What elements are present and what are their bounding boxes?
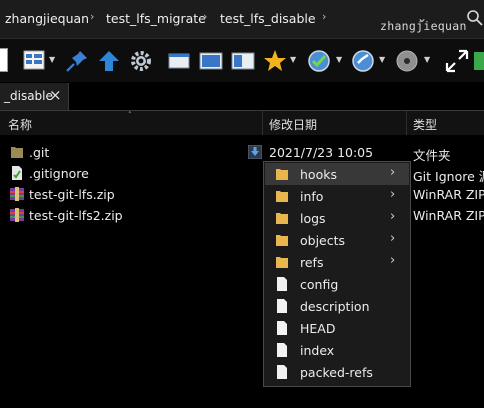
menu-item-label: info: [300, 189, 324, 204]
globe-check-icon[interactable]: [306, 48, 332, 74]
column-divider[interactable]: [406, 111, 407, 135]
disc-icon[interactable]: [394, 48, 420, 74]
menu-item-refs[interactable]: refs ›: [265, 251, 409, 273]
chevron-down-icon[interactable]: ▼: [290, 55, 296, 64]
file-type: WinRAR ZIP: [413, 208, 484, 223]
star-icon[interactable]: [262, 48, 288, 74]
chevron-down-icon[interactable]: ▼: [49, 55, 55, 64]
menu-item-hooks[interactable]: hooks ›: [265, 163, 409, 185]
file-icon: [277, 277, 287, 291]
close-icon[interactable]: ×: [49, 86, 62, 104]
file-type: WinRAR ZIP: [413, 187, 484, 202]
chevron-right-icon: ›: [390, 253, 396, 268]
chevron-down-icon[interactable]: ▼: [336, 55, 342, 64]
menu-item-label: hooks: [300, 167, 337, 182]
gear-icon[interactable]: [128, 48, 154, 74]
folder-icon: [276, 235, 288, 246]
menu-item-label: objects: [300, 233, 346, 248]
chevron-right-icon: ›: [390, 231, 396, 246]
winrar-zip-icon: [10, 187, 24, 201]
folder-icon: [276, 191, 288, 202]
sort-indicator-icon: ˄: [128, 111, 132, 119]
breadcrumb-item-user[interactable]: zhangjiequan: [5, 11, 89, 26]
menu-item-label: logs: [300, 211, 326, 226]
menu-item-label: packed-refs: [300, 365, 373, 380]
folder-icon: [11, 147, 23, 158]
file-icon: [277, 321, 287, 335]
file-date: 2021/7/23 10:05: [269, 145, 374, 160]
file-name: test-git-lfs2.zip: [29, 208, 123, 223]
gitignore-file-icon: [12, 166, 22, 180]
menu-item-label: index: [300, 343, 335, 358]
window-icon[interactable]: [166, 48, 192, 74]
column-header-type[interactable]: 类型: [413, 116, 437, 133]
winrar-zip-icon: [10, 208, 24, 222]
column-header-date[interactable]: 修改日期: [269, 116, 317, 133]
expand-icon[interactable]: [444, 48, 470, 74]
menu-item-head[interactable]: HEAD: [265, 317, 409, 339]
download-arrow-icon[interactable]: [248, 145, 262, 159]
chevron-right-icon[interactable]: ›: [203, 10, 207, 23]
file-name: .gitignore: [29, 166, 89, 181]
toolbar: ▼ ▼ ▼ ▼ ▼: [0, 38, 484, 83]
file-type: 文件夹: [413, 148, 451, 163]
chevron-right-icon: ›: [390, 187, 396, 202]
tab-label: _disable: [4, 89, 53, 103]
file-row-zip2[interactable]: test-git-lfs2.zip WinRAR ZIP: [0, 205, 484, 226]
menu-item-label: config: [300, 277, 339, 292]
file-row-git[interactable]: .git 2021/7/23 10:05 文件夹: [0, 142, 484, 163]
chevron-down-icon[interactable]: ▼: [379, 55, 385, 64]
chevron-right-icon: ›: [390, 165, 396, 180]
menu-item-label: refs: [300, 255, 324, 270]
breadcrumb-item-disable[interactable]: test_lfs_disable: [220, 11, 316, 26]
menu-item-packed-refs[interactable]: packed-refs: [265, 361, 409, 383]
file-row-zip[interactable]: test-git-lfs.zip WinRAR ZIP: [0, 184, 484, 205]
folder-icon: [276, 257, 288, 268]
folder-icon: [276, 213, 288, 224]
file-icon: [277, 299, 287, 313]
chevron-down-icon[interactable]: ▼: [424, 55, 430, 64]
folder-icon: [276, 169, 288, 180]
search-input[interactable]: zhangjiequan: [380, 19, 467, 33]
preview-pane-icon[interactable]: [230, 48, 256, 74]
menu-item-label: HEAD: [300, 321, 336, 336]
menu-item-logs[interactable]: logs ›: [265, 207, 409, 229]
globe-sync-icon[interactable]: [350, 48, 376, 74]
tab-strip: _disable ×: [0, 82, 484, 111]
partial-button-icon[interactable]: [0, 48, 8, 72]
folder-contents-menu: hooks › info › logs › objects › refs › c…: [263, 161, 411, 387]
menu-item-info[interactable]: info ›: [265, 185, 409, 207]
address-bar: zhangjiequan › test_lfs_migrate › test_l…: [0, 0, 484, 38]
search-icon[interactable]: [466, 9, 484, 27]
column-header-name[interactable]: 名称: [8, 116, 32, 133]
file-row-gitignore[interactable]: .gitignore Git Ignore 源: [0, 163, 484, 184]
file-name: .git: [29, 145, 50, 160]
chevron-right-icon: ›: [390, 209, 396, 224]
file-name: test-git-lfs.zip: [29, 187, 115, 202]
menu-item-objects[interactable]: objects ›: [265, 229, 409, 251]
panel-icon[interactable]: [198, 48, 224, 74]
view-layout-icon[interactable]: [22, 48, 48, 74]
menu-item-index[interactable]: index: [265, 339, 409, 361]
pin-icon[interactable]: [64, 48, 90, 74]
file-icon: [277, 343, 287, 357]
file-type: Git Ignore 源: [413, 169, 484, 184]
chevron-right-icon[interactable]: ›: [322, 10, 326, 23]
chevron-right-icon[interactable]: ›: [90, 10, 94, 23]
upload-arrow-icon[interactable]: [96, 48, 122, 74]
column-header-row: ˄ 名称 修改日期 类型: [0, 111, 484, 135]
breadcrumb-item-migrate[interactable]: test_lfs_migrate: [106, 11, 206, 26]
green-square-icon[interactable]: [472, 48, 484, 74]
menu-item-label: description: [300, 299, 370, 314]
tab-test-lfs-disable[interactable]: _disable ×: [0, 83, 69, 110]
column-divider[interactable]: [262, 111, 263, 135]
menu-item-config[interactable]: config: [265, 273, 409, 295]
menu-item-description[interactable]: description: [265, 295, 409, 317]
file-icon: [277, 365, 287, 379]
